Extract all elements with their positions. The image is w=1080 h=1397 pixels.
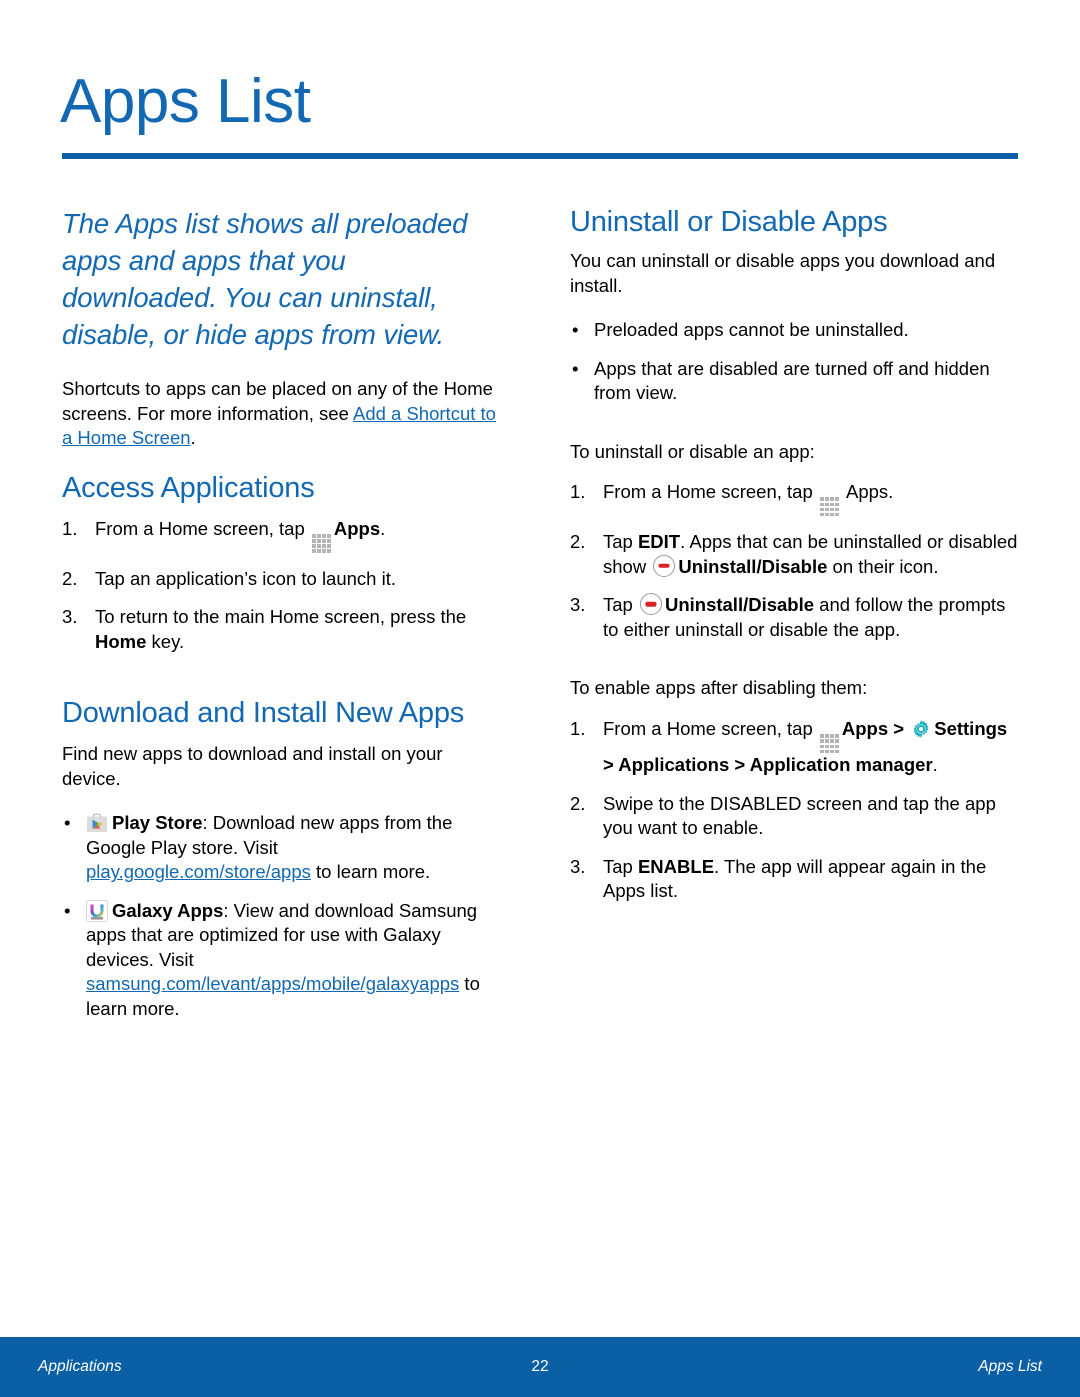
bullet-glyph: • xyxy=(64,812,71,834)
settings-gear-icon xyxy=(911,719,931,739)
galaxy-apps-url-link[interactable]: samsung.com/levant/apps/mobile/galaxyapp… xyxy=(86,973,459,994)
step-text: Tap an application’s icon to launch it. xyxy=(95,567,396,589)
step-number: 2. xyxy=(62,567,78,589)
bullet-bold-term: Galaxy Apps xyxy=(112,899,224,921)
uninstall-disable-icon xyxy=(639,593,662,616)
step-item: 2. Tap an application’s icon to launch it… xyxy=(62,567,497,592)
step-item: 1. From a Home screen, tap Apps > Setting… xyxy=(570,717,1020,778)
step-number: 3. xyxy=(62,606,78,628)
bullet-glyph: • xyxy=(64,899,71,921)
uninstall-steps: 1. From a Home screen, tap Apps. 2. Tap ED… xyxy=(570,480,1020,642)
step-item: 2. Swipe to the DISABLED screen and tap t… xyxy=(570,792,1020,841)
bullet-bold-term: Play Store xyxy=(112,812,203,834)
access-applications-steps: 1. From a Home screen, tap Apps. 2. Tap an… xyxy=(62,517,497,655)
step-text: Tap xyxy=(603,855,638,877)
uninstall-intro-paragraph: You can uninstall or disable apps you do… xyxy=(570,250,996,296)
step-text-suffix: on their icon. xyxy=(827,555,939,577)
step-item: 1. From a Home screen, tap Apps. xyxy=(570,480,1020,517)
list-item: • Galaxy Apps: View and download Samsung … xyxy=(62,899,497,1022)
step-bold-term: Settings xyxy=(934,717,1008,739)
step-number: 3. xyxy=(570,855,586,877)
step-number: 1. xyxy=(570,481,586,502)
page-title: Apps List xyxy=(60,67,311,136)
bullet-text-suffix: to learn more. xyxy=(310,861,431,883)
list-item: • Play Store: Download new apps from the … xyxy=(62,811,497,885)
footer-topic-label: Apps List xyxy=(978,1358,1042,1375)
bullet-glyph: • xyxy=(572,319,579,340)
step-text-suffix: key. xyxy=(146,630,185,652)
step-text-suffix: . xyxy=(380,517,386,539)
step-number: 1. xyxy=(570,717,586,739)
enable-steps: 1. From a Home screen, tap Apps > Setting… xyxy=(570,717,1020,904)
step-bold-term: Uninstall/Disable xyxy=(664,594,815,616)
step-bold-path: > Applications > Application manager xyxy=(603,754,933,776)
step-item: 3. Tap Uninstall/Disable and follow the p… xyxy=(570,593,1020,642)
left-column: The Apps list shows all preloaded apps a… xyxy=(62,205,497,1041)
step-text-suffix: . xyxy=(932,754,938,776)
apps-grid-icon xyxy=(819,497,839,517)
step-number: 3. xyxy=(570,594,586,616)
step-text: Tap xyxy=(603,531,638,553)
heading-download-install: Download and Install New Apps xyxy=(62,697,465,730)
step-text: From a Home screen, tap xyxy=(95,517,310,539)
play-store-icon xyxy=(86,812,108,834)
right-column: Uninstall or Disable Apps You can uninst… xyxy=(570,205,1020,924)
uninstall-lead-text: To uninstall or disable an app: xyxy=(570,440,815,462)
uninstall-disable-icon xyxy=(653,554,676,577)
step-item: 1. From a Home screen, tap Apps. xyxy=(62,517,497,553)
intro-lede: The Apps list shows all preloaded apps a… xyxy=(62,208,468,350)
step-number: 1. xyxy=(62,517,78,539)
play-store-url-link[interactable]: play.google.com/store/apps xyxy=(86,861,311,882)
step-bold-term: Apps xyxy=(333,517,381,539)
step-number: 2. xyxy=(570,792,586,814)
heading-uninstall-disable: Uninstall or Disable Apps xyxy=(570,206,888,238)
step-bold-term: Home xyxy=(95,630,147,652)
heading-access-applications: Access Applications xyxy=(62,471,315,504)
step-bold-term: EDIT xyxy=(637,531,681,553)
title-divider xyxy=(62,153,1018,159)
manual-page: Apps List The Apps list shows all preloa… xyxy=(0,0,1080,1397)
step-text: Tap xyxy=(603,594,638,616)
step-bold-term: ENABLE xyxy=(637,855,715,877)
step-bold-term: Apps xyxy=(841,717,889,739)
step-text-suffix: Apps. xyxy=(841,481,894,502)
list-item: • Apps that are disabled are turned off a… xyxy=(570,357,1020,406)
step-bold-term: Uninstall/Disable xyxy=(678,555,828,577)
uninstall-notes: • Preloaded apps cannot be uninstalled. •… xyxy=(570,318,1020,406)
apps-grid-icon xyxy=(819,734,839,754)
step-item: 3. Tap ENABLE. The app will appear again … xyxy=(570,855,1020,904)
step-item: 3. To return to the main Home screen, pre… xyxy=(62,605,497,654)
shortcuts-text-suffix: . xyxy=(190,427,196,448)
bullet-glyph: • xyxy=(572,357,579,379)
note-text: Preloaded apps cannot be uninstalled. xyxy=(594,319,909,340)
step-item: 2. Tap EDIT. Apps that can be uninstalled… xyxy=(570,530,1020,579)
step-bold-separator: > xyxy=(888,717,910,739)
galaxy-apps-icon xyxy=(86,899,108,922)
shortcuts-paragraph: Shortcuts to apps can be placed on any o… xyxy=(62,377,497,451)
step-text: From a Home screen, tap xyxy=(603,481,818,502)
page-footer: Applications 22 Apps List xyxy=(0,1337,1080,1397)
step-number: 2. xyxy=(570,531,586,553)
download-intro-paragraph: Find new apps to download and install on… xyxy=(62,743,443,789)
app-store-bullets: • Play Store: Download new apps from the … xyxy=(62,811,497,1021)
step-text: To return to the main Home screen, press… xyxy=(95,606,467,628)
step-text: From a Home screen, tap xyxy=(603,717,818,739)
enable-lead-text: To enable apps after disabling them: xyxy=(570,677,868,699)
footer-page-number: 22 xyxy=(531,1358,549,1375)
list-item: • Preloaded apps cannot be uninstalled. xyxy=(570,318,1020,343)
step-text: Swipe to the DISABLED screen and tap the… xyxy=(603,792,996,839)
note-text: Apps that are disabled are turned off an… xyxy=(594,357,990,404)
apps-grid-icon xyxy=(311,533,331,553)
